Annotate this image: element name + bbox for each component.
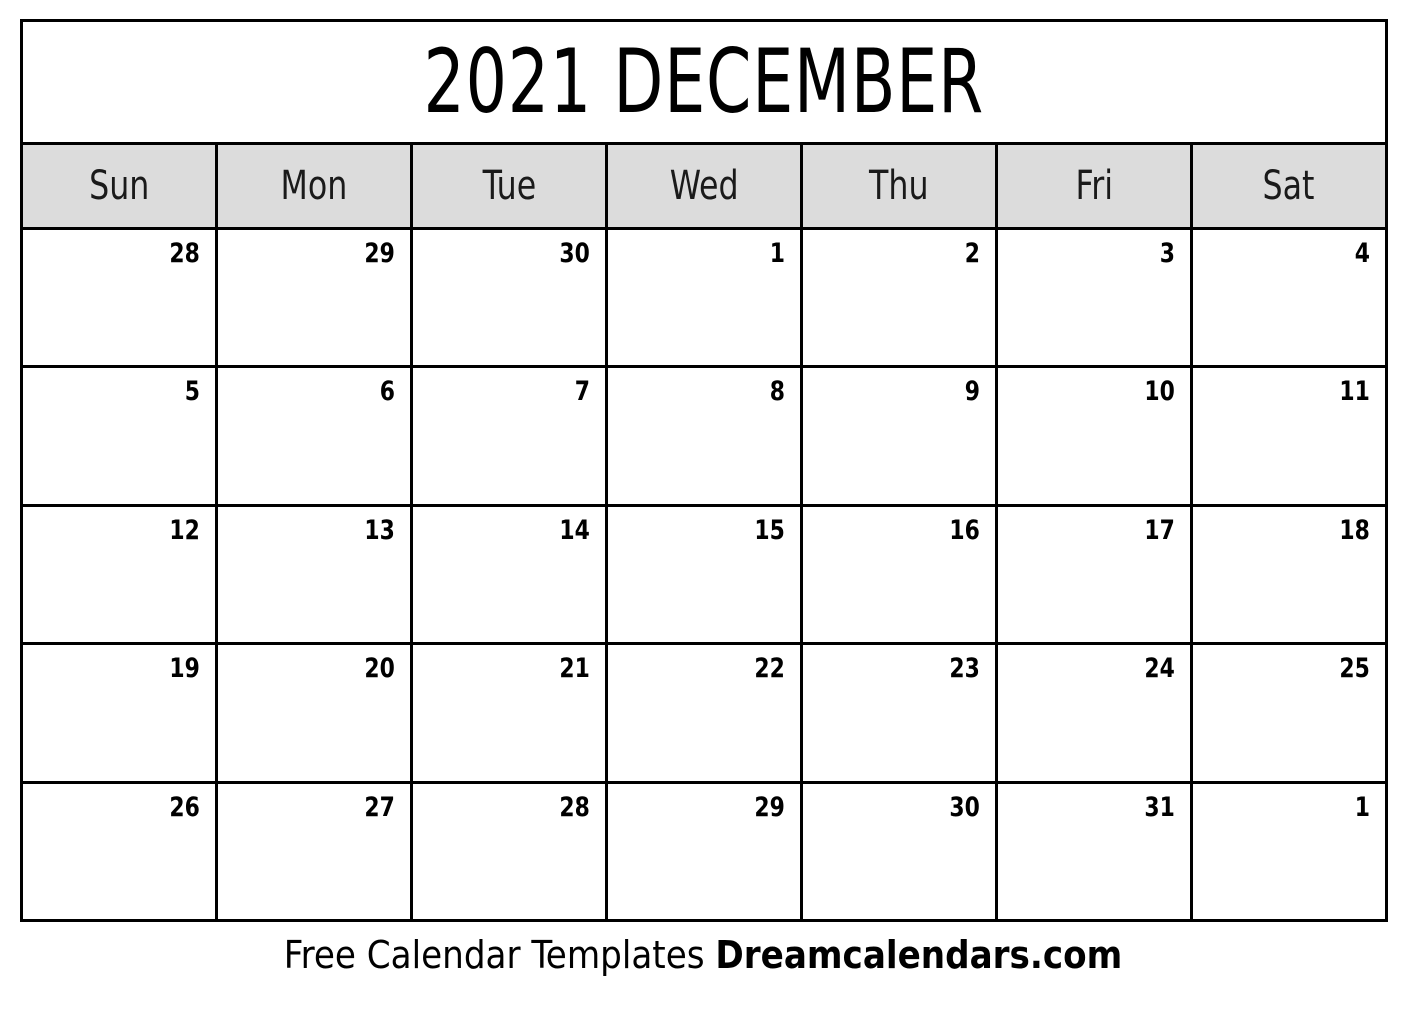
day-cell[interactable]: 23 (803, 645, 998, 781)
day-cell[interactable]: 21 (413, 645, 608, 781)
day-cell[interactable]: 4 (1193, 230, 1385, 366)
day-cell[interactable]: 27 (218, 783, 413, 920)
day-number: 1 (769, 238, 785, 269)
weekday-header-fri: Fri (998, 145, 1193, 227)
weekday-header-sat: Sat (1193, 145, 1385, 227)
day-cell[interactable]: 5 (23, 368, 218, 504)
weekday-label: Sun (88, 163, 150, 209)
day-cell[interactable]: 14 (413, 506, 608, 643)
week-row: 5 6 7 8 9 10 11 (23, 368, 1385, 507)
footer-brand-link[interactable]: Dreamcalendars.com (715, 933, 1122, 977)
day-number: 31 (1144, 791, 1175, 823)
weekday-header-tue: Tue (413, 145, 608, 227)
day-number: 7 (574, 376, 590, 408)
day-number: 1 (1354, 791, 1370, 823)
day-cell[interactable]: 18 (1193, 506, 1385, 643)
day-number: 6 (379, 376, 395, 408)
day-cell[interactable]: 31 (998, 783, 1193, 920)
day-cell[interactable]: 2 (803, 230, 998, 366)
day-cell[interactable]: 20 (218, 645, 413, 781)
day-number: 28 (169, 238, 200, 269)
day-cell[interactable]: 3 (998, 230, 1193, 366)
weekday-label: Fri (1075, 163, 1113, 209)
day-cell[interactable]: 22 (608, 645, 803, 781)
day-number: 26 (169, 791, 200, 823)
day-number: 28 (559, 791, 590, 823)
day-cell[interactable]: 1 (608, 230, 803, 366)
day-cell[interactable]: 15 (608, 506, 803, 643)
day-number: 20 (364, 653, 395, 685)
day-number: 14 (559, 514, 590, 546)
day-number: 25 (1339, 653, 1370, 685)
day-cell[interactable]: 10 (998, 368, 1193, 504)
day-cell[interactable]: 24 (998, 645, 1193, 781)
day-cell[interactable]: 26 (23, 783, 218, 920)
weekday-header-thu: Thu (803, 145, 998, 227)
weekday-header-row: Sun Mon Tue Wed Thu Fri Sat (23, 145, 1385, 230)
weekday-header-wed: Wed (608, 145, 803, 227)
day-number: 10 (1144, 376, 1175, 408)
weekday-header-sun: Sun (23, 145, 218, 227)
day-number: 21 (559, 653, 590, 685)
day-cell[interactable]: 19 (23, 645, 218, 781)
day-cell[interactable]: 29 (218, 230, 413, 366)
weekday-label: Thu (869, 163, 929, 209)
weekday-label: Mon (280, 163, 348, 209)
day-cell[interactable]: 30 (803, 783, 998, 920)
day-cell[interactable]: 8 (608, 368, 803, 504)
day-cell[interactable]: 16 (803, 506, 998, 643)
weekday-label: Wed (669, 163, 739, 209)
page-title: 2021 DECEMBER (423, 30, 985, 133)
day-number: 13 (364, 514, 395, 546)
day-cell[interactable]: 6 (218, 368, 413, 504)
day-number: 8 (769, 376, 785, 408)
week-row: 12 13 14 15 16 17 18 (23, 506, 1385, 646)
week-row: 19 20 21 22 23 24 25 (23, 645, 1385, 784)
day-number: 29 (754, 791, 785, 823)
day-number: 19 (169, 653, 200, 685)
day-number: 23 (949, 653, 980, 685)
footer-tagline: Free Calendar Templates (283, 933, 716, 977)
footer: Free Calendar Templates Dreamcalendars.c… (0, 933, 1406, 977)
day-number: 2 (964, 238, 980, 269)
day-cell[interactable]: 12 (23, 506, 218, 643)
day-number: 11 (1339, 376, 1370, 408)
day-number: 17 (1144, 514, 1175, 546)
day-cell[interactable]: 13 (218, 506, 413, 643)
day-number: 30 (559, 238, 590, 269)
day-number: 15 (754, 514, 785, 546)
calendar-grid: 2021 DECEMBER Sun Mon Tue Wed Thu Fri Sa… (20, 19, 1388, 922)
day-cell[interactable]: 7 (413, 368, 608, 504)
day-number: 27 (364, 791, 395, 823)
day-number: 9 (964, 376, 980, 408)
weekday-label: Tue (482, 163, 536, 209)
day-cell[interactable]: 28 (413, 783, 608, 920)
day-cell[interactable]: 25 (1193, 645, 1385, 781)
calendar-title-band: 2021 DECEMBER (23, 22, 1385, 145)
weekday-header-mon: Mon (218, 145, 413, 227)
day-number: 29 (364, 238, 395, 269)
day-number: 16 (949, 514, 980, 546)
day-number: 18 (1339, 514, 1370, 546)
calendar-page: 2021 DECEMBER Sun Mon Tue Wed Thu Fri Sa… (0, 0, 1406, 1020)
day-number: 24 (1144, 653, 1175, 685)
calendar-weeks: 28 29 30 1 2 3 4 5 6 7 8 9 10 11 12 13 1… (23, 230, 1385, 920)
day-number: 30 (949, 791, 980, 823)
day-cell[interactable]: 17 (998, 506, 1193, 643)
day-cell[interactable]: 29 (608, 783, 803, 920)
week-row: 26 27 28 29 30 31 1 (23, 783, 1385, 920)
day-number: 22 (754, 653, 785, 685)
day-cell[interactable]: 30 (413, 230, 608, 366)
day-number: 12 (169, 514, 200, 546)
weekday-label: Sat (1263, 163, 1315, 209)
day-number: 4 (1354, 238, 1370, 269)
day-cell[interactable]: 28 (23, 230, 218, 366)
week-row: 28 29 30 1 2 3 4 (23, 230, 1385, 369)
day-cell[interactable]: 11 (1193, 368, 1385, 504)
day-cell[interactable]: 1 (1193, 783, 1385, 920)
day-cell[interactable]: 9 (803, 368, 998, 504)
day-number: 5 (184, 376, 200, 408)
day-number: 3 (1159, 238, 1175, 269)
